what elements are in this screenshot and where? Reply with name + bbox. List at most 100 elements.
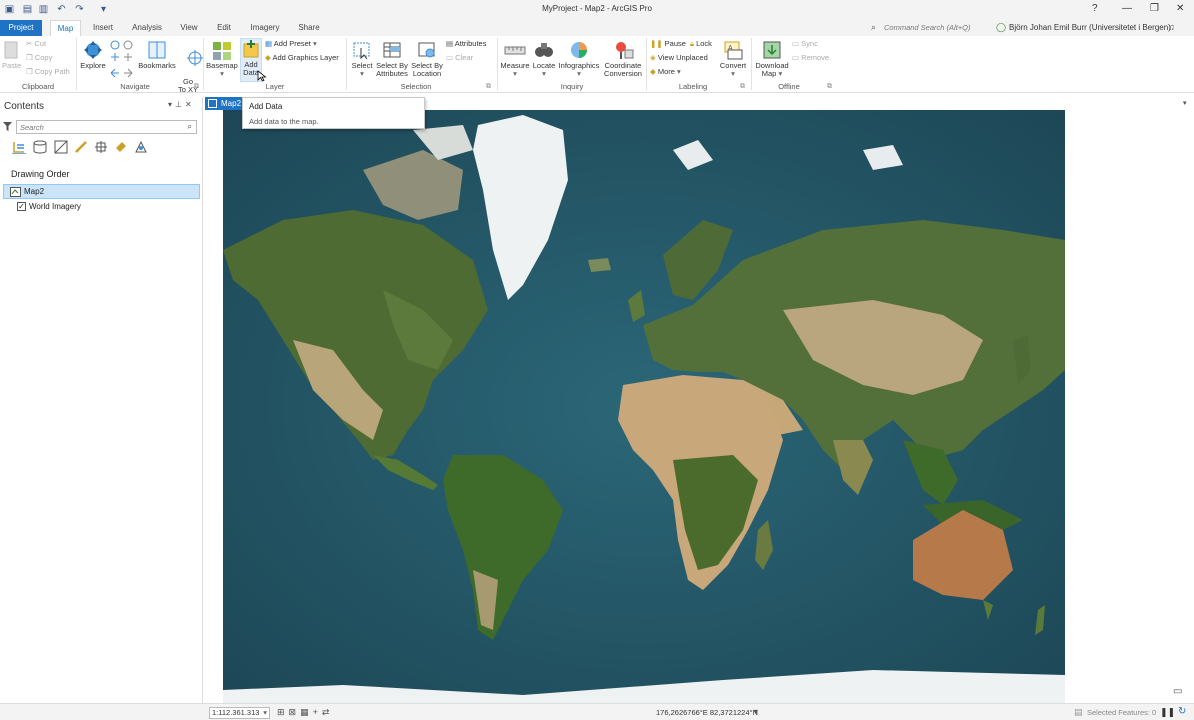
pane-menu-icon[interactable]: ▾	[168, 100, 175, 109]
download-map-button[interactable]: Download Map ▾	[754, 40, 790, 78]
navigate-small-icons[interactable]	[108, 39, 136, 79]
refresh-extent-icon[interactable]: ⇄	[322, 707, 334, 717]
tab-project[interactable]: Project	[0, 20, 42, 36]
copy-path-button[interactable]: ❐ Copy Path	[26, 68, 70, 76]
notification-icon[interactable]: ♫	[1168, 22, 1175, 32]
mouse-cursor-icon	[257, 70, 267, 82]
grid-icon[interactable]: ▦	[300, 707, 313, 717]
add-graphics-layer-button[interactable]: ◆ Add Graphics Layer	[265, 54, 339, 62]
sync-button[interactable]: ▭ Sync	[792, 40, 818, 48]
crosshair-icon[interactable]: +	[313, 707, 322, 717]
basemap-button[interactable]: Basemap ▾	[206, 40, 238, 78]
offline-group-label: Offline	[778, 82, 800, 91]
tab-map[interactable]: Map	[50, 20, 81, 36]
locate-button[interactable]: Locate ▾	[532, 40, 556, 78]
layer-name: World Imagery	[29, 202, 81, 211]
ribbon-tabs: Project Map Insert Analysis View Edit Im…	[0, 20, 1194, 36]
tab-list-icon[interactable]: ▾	[1183, 99, 1187, 107]
infographics-button[interactable]: Infographics ▾	[557, 40, 601, 78]
more-button[interactable]: ◆ More ▾	[650, 68, 681, 76]
select-by-location-icon	[418, 42, 435, 58]
layer-visibility-checkbox[interactable]: ✓	[17, 202, 26, 211]
explore-button[interactable]: Explore	[80, 40, 106, 70]
pause-button[interactable]: ❚❚ Pause	[650, 40, 686, 48]
contents-title: Contents	[4, 101, 45, 112]
tab-imagery[interactable]: Imagery	[246, 20, 284, 36]
selection-launcher-icon[interactable]: ⧉	[486, 83, 491, 91]
coordinate-conversion-label-2: Conversion	[604, 69, 642, 78]
full-extent-icon[interactable]: ⊠	[289, 707, 301, 717]
attributes-button[interactable]: ▤ Attributes	[446, 40, 486, 48]
coordinate-format-chevron-icon[interactable]: ▾	[754, 707, 758, 716]
minimize-button[interactable]: —	[1122, 3, 1132, 14]
coordinate-conversion-button[interactable]: Coordinate Conversion	[603, 40, 643, 78]
tab-edit[interactable]: Edit	[212, 20, 236, 36]
copy-button[interactable]: ❐ Copy	[26, 54, 52, 62]
contents-search-input[interactable]	[17, 121, 177, 133]
world-imagery-map[interactable]	[223, 110, 1065, 703]
list-by-labeling-icon[interactable]	[114, 140, 128, 154]
measure-button[interactable]: Measure ▾	[500, 40, 530, 78]
separator	[646, 38, 647, 90]
remove-button[interactable]: ▭ Remove	[792, 54, 829, 62]
cut-button[interactable]: ✂ Cut	[26, 40, 46, 48]
coordinate-readout: 176,2626766°E 82,3721224°N	[656, 708, 758, 717]
close-button[interactable]: ✕	[1176, 3, 1184, 14]
restore-button[interactable]: ❐	[1150, 3, 1159, 14]
user-name[interactable]: Björn Johan Emil Burr (Universitetet i B…	[1009, 23, 1171, 32]
pause-drawing-icon[interactable]: ❚❚	[1160, 707, 1175, 718]
refresh-icon[interactable]: ↻	[1178, 706, 1186, 717]
bookmarks-button[interactable]: Bookmarks	[138, 40, 176, 70]
fixed-zoom-icon[interactable]: ⊞	[277, 707, 289, 717]
pin-icon[interactable]: ⊥	[175, 100, 185, 109]
bookmarks-label: Bookmarks	[138, 61, 176, 70]
tab-insert[interactable]: Insert	[88, 20, 118, 36]
view-unplaced-icon: ◈	[650, 53, 658, 62]
navigate-launcher-icon[interactable]: ⧉	[194, 83, 199, 91]
tooltip-title: Add Data	[249, 102, 283, 111]
map-view-tab[interactable]: Map2	[205, 97, 242, 110]
list-by-editing-icon[interactable]	[74, 140, 88, 154]
map-overview-icon[interactable]: ▭	[1173, 686, 1182, 697]
map-node[interactable]: Map2	[3, 184, 200, 199]
coordinate-conversion-icon	[616, 42, 634, 59]
map-view[interactable]: ▭	[205, 110, 1192, 703]
tooltip-description: Add data to the map.	[249, 117, 319, 126]
clear-button[interactable]: ▭ Clear	[446, 54, 473, 62]
filter-icon[interactable]	[3, 122, 12, 131]
list-by-selection-icon[interactable]	[54, 140, 68, 154]
select-by-attributes-button[interactable]: Select By Attributes	[375, 40, 409, 78]
view-unplaced-button[interactable]: ◈ View Unplaced	[650, 54, 708, 62]
navigate-group-label: Navigate	[120, 82, 150, 91]
select-by-location-button[interactable]: Select By Location	[410, 40, 444, 78]
convert-button[interactable]: A Convert ▾	[718, 40, 748, 78]
paste-button[interactable]: Paste	[2, 40, 21, 70]
add-data-icon	[243, 40, 259, 58]
lock-button[interactable]: 🔒︎ Lock	[690, 40, 712, 48]
help-button[interactable]: ?	[1092, 3, 1098, 14]
search-icon[interactable]: ⌕	[188, 122, 192, 132]
list-by-snapping-icon[interactable]	[94, 140, 108, 154]
ribbon: Paste ✂ Cut ❐ Copy ❐ Copy Path Clipboard…	[0, 36, 1194, 107]
tab-share[interactable]: Share	[294, 20, 324, 36]
add-preset-label: Add Preset	[273, 39, 311, 48]
command-search-input[interactable]: Command Search (Alt+Q)	[884, 23, 1004, 34]
list-by-drawing-order-icon[interactable]	[12, 140, 26, 154]
layer-group-label: Layer	[265, 82, 285, 91]
offline-launcher-icon[interactable]: ⧉	[827, 83, 832, 91]
list-by-source-icon[interactable]	[33, 140, 47, 154]
labeling-launcher-icon[interactable]: ⧉	[740, 83, 745, 91]
list-by-perspective-imagery-icon[interactable]	[134, 140, 148, 154]
add-preset-button[interactable]: ▦ Add Preset ▾	[265, 40, 317, 48]
tab-view[interactable]: View	[176, 20, 202, 36]
select-button[interactable]: Select ▾	[350, 40, 374, 78]
pane-close-icon[interactable]: ✕	[185, 100, 195, 109]
map-nav-tools[interactable]: ⊞⊠▦+⇄	[277, 707, 333, 718]
explore-label: Explore	[80, 61, 106, 70]
selection-icon: ▤	[1074, 707, 1083, 717]
clipboard-group-label: Clipboard	[21, 82, 55, 91]
pane-controls: ▾⊥✕	[168, 100, 195, 109]
scale-selector[interactable]: 1:112.361.313 ▾	[209, 707, 270, 719]
contents-search[interactable]: ⌕	[16, 120, 197, 134]
tab-analysis[interactable]: Analysis	[128, 20, 166, 36]
